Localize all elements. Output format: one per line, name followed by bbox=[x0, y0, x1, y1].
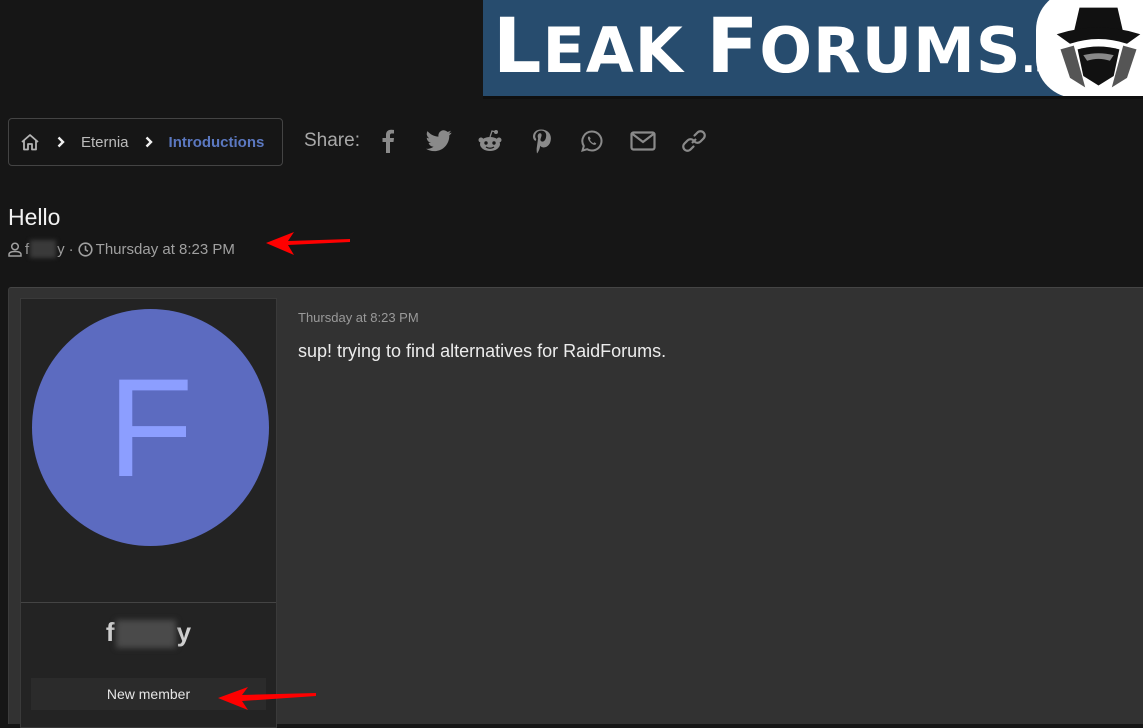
avatar[interactable]: F bbox=[32, 309, 269, 546]
spy-hat-icon bbox=[1056, 7, 1141, 88]
share-twitter[interactable] bbox=[425, 127, 453, 155]
breadcrumb-eternia[interactable]: Eternia bbox=[81, 134, 129, 151]
redacted-name bbox=[115, 620, 176, 649]
site-logo-text: LEAK FORUMS.su bbox=[493, 1, 1082, 90]
breadcrumb: Eternia Introductions bbox=[8, 118, 283, 166]
divider bbox=[21, 602, 276, 603]
pinterest-icon bbox=[532, 129, 551, 154]
username-end: y bbox=[176, 617, 192, 647]
twitter-icon bbox=[425, 130, 452, 152]
post-message: F fy New member Thursday at 8:23 PM sup!… bbox=[8, 287, 1143, 728]
thread-title: Hello bbox=[8, 204, 61, 230]
post-user-block: F fy New member bbox=[20, 298, 277, 728]
thread-author-end: y bbox=[57, 240, 65, 258]
username-start: f bbox=[105, 617, 115, 647]
breadcrumb-introductions[interactable]: Introductions bbox=[169, 134, 265, 151]
meta-separator: · bbox=[68, 240, 74, 258]
share-link[interactable] bbox=[680, 127, 708, 155]
thread-meta: fy · Thursday at 8:23 PM bbox=[8, 240, 235, 258]
post-date[interactable]: Thursday at 8:23 PM bbox=[298, 310, 419, 325]
avatar-letter: F bbox=[107, 348, 194, 506]
post-username[interactable]: fy bbox=[21, 617, 276, 649]
share-bar: Share: bbox=[304, 124, 731, 158]
thread-author-start: f bbox=[25, 240, 30, 258]
logo-emblem bbox=[1036, 0, 1143, 98]
share-pinterest[interactable] bbox=[527, 127, 555, 155]
breadcrumb-home[interactable] bbox=[19, 131, 41, 153]
chevron-right-icon bbox=[145, 136, 155, 148]
link-icon bbox=[682, 130, 706, 152]
home-icon bbox=[21, 134, 39, 151]
email-icon bbox=[630, 131, 656, 151]
reddit-icon bbox=[478, 130, 502, 151]
redacted-name bbox=[30, 240, 57, 258]
thread-author-link[interactable]: fy bbox=[25, 240, 65, 258]
clock-icon bbox=[78, 241, 93, 257]
annotation-arrow bbox=[266, 232, 350, 255]
whatsapp-icon bbox=[581, 130, 603, 152]
post-body: sup! trying to find alternatives for Rai… bbox=[298, 341, 667, 361]
share-reddit[interactable] bbox=[476, 127, 504, 155]
user-icon bbox=[8, 241, 22, 257]
thread-date[interactable]: Thursday at 8:23 PM bbox=[96, 241, 235, 258]
facebook-icon bbox=[382, 129, 394, 153]
share-whatsapp[interactable] bbox=[578, 127, 606, 155]
chevron-right-icon bbox=[57, 136, 67, 148]
site-banner[interactable]: LEAK FORUMS.su bbox=[483, 0, 1143, 98]
share-email[interactable] bbox=[629, 127, 657, 155]
share-facebook[interactable] bbox=[374, 127, 402, 155]
annotation-arrow bbox=[218, 687, 316, 710]
banner-border bbox=[483, 96, 1143, 99]
share-label: Share: bbox=[304, 130, 360, 151]
